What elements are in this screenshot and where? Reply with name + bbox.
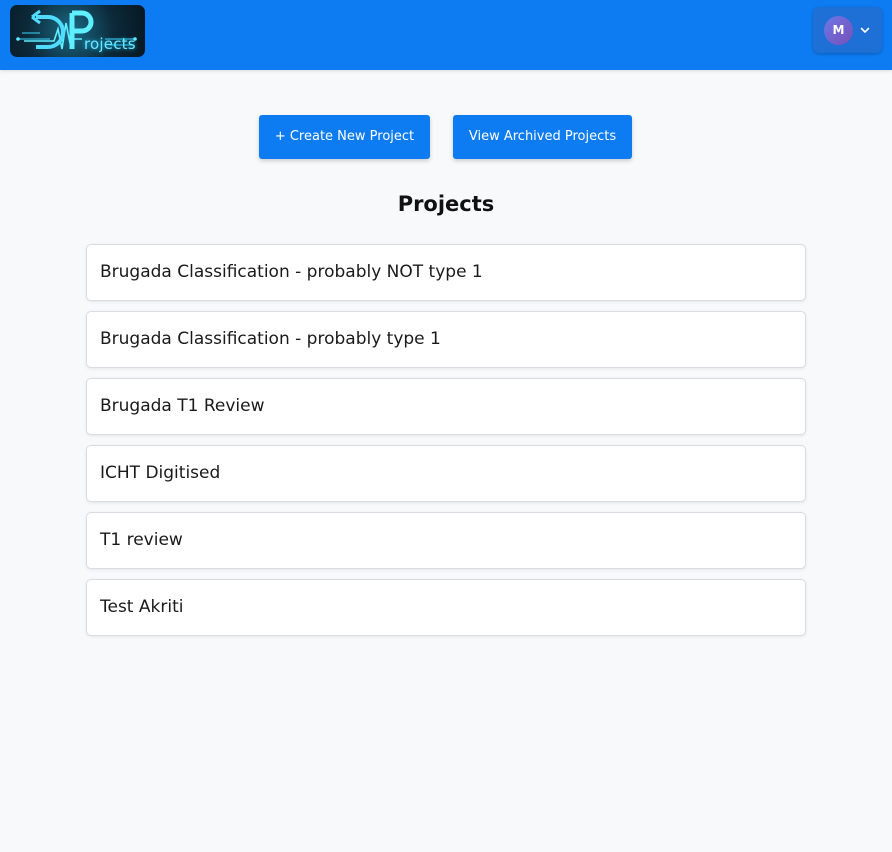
project-item[interactable]: Brugada T1 Review [86, 378, 806, 435]
view-archived-button[interactable]: View Archived Projects [453, 115, 632, 159]
project-item[interactable]: ICHT Digitised [86, 445, 806, 502]
page-title: Projects [397, 192, 495, 216]
app-logo[interactable]: rojects [10, 5, 145, 57]
user-menu-button[interactable]: M [813, 7, 882, 53]
project-item[interactable]: T1 review [86, 512, 806, 569]
project-item[interactable]: Brugada Classification - probably NOT ty… [86, 244, 806, 301]
logo-wordmark: rojects [84, 35, 136, 53]
chevron-down-icon [860, 27, 870, 33]
project-list: Brugada Classification - probably NOT ty… [86, 244, 806, 646]
create-project-button[interactable]: + Create New Project [259, 115, 430, 159]
avatar: M [824, 16, 853, 45]
top-navbar: rojects M [0, 0, 892, 70]
project-item[interactable]: Test Akriti [86, 579, 806, 636]
project-item[interactable]: Brugada Classification - probably type 1 [86, 311, 806, 368]
